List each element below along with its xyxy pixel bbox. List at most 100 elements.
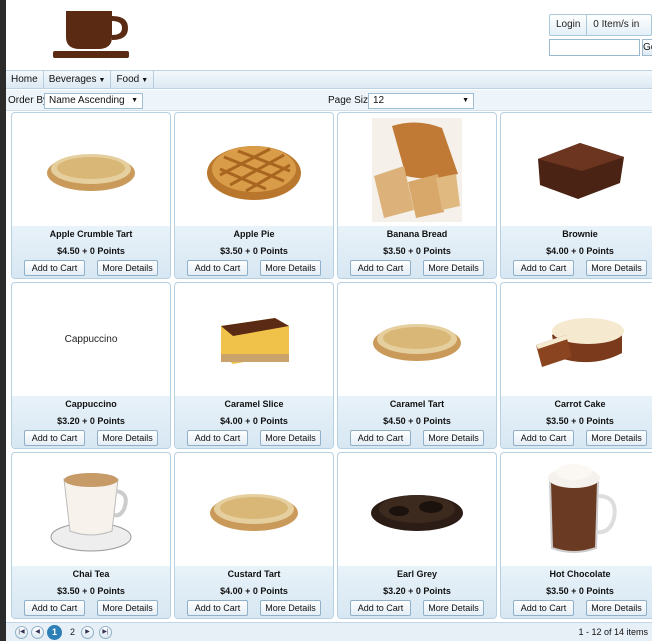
login-link[interactable]: Login [550, 15, 586, 35]
prev-page-icon[interactable]: ◀ [31, 626, 44, 639]
product-name[interactable]: Hot Chocolate [501, 569, 652, 579]
product-info: Earl Grey $3.20 + 0 Points Add to Cart More… [338, 566, 496, 618]
product-name[interactable]: Caramel Slice [175, 399, 333, 409]
last-page-icon[interactable]: ▶| [99, 626, 112, 639]
more-details-button[interactable]: More Details [260, 260, 321, 276]
product-name[interactable]: Caramel Tart [338, 399, 496, 409]
page-number-1[interactable]: 1 [47, 625, 62, 640]
add-to-cart-button[interactable]: Add to Cart [24, 600, 85, 616]
add-to-cart-button[interactable]: Add to Cart [513, 260, 574, 276]
slice-image[interactable] [175, 283, 333, 396]
product-card: Custard Tart $4.00 + 0 Points Add to Cart M… [174, 452, 334, 619]
product-grid: Apple Crumble Tart $4.50 + 0 Points Add to… [6, 112, 652, 622]
add-to-cart-button[interactable]: Add to Cart [513, 430, 574, 446]
product-price: $4.00 + 0 Points [546, 246, 614, 256]
product-card: Earl Grey $3.20 + 0 Points Add to Cart More… [337, 452, 497, 619]
menu-item-beverages[interactable]: Beverages ▼ [44, 71, 112, 88]
menu-item-food[interactable]: Food ▼ [111, 71, 155, 88]
product-price: $3.20 + 0 Points [57, 416, 125, 426]
product-name[interactable]: Carrot Cake [501, 399, 652, 409]
first-page-icon[interactable]: |◀ [15, 626, 28, 639]
page-size-value: 12 [373, 95, 385, 106]
product-info: Caramel Tart $4.50 + 0 Points Add to Cart M… [338, 396, 496, 448]
cake-image[interactable] [501, 283, 652, 396]
account-bar: Login 0 Item/s in Cart [549, 14, 652, 50]
product-price: $3.50 + 0 Points [383, 246, 451, 256]
product-info: Apple Crumble Tart $4.50 + 0 Points Add to… [12, 226, 170, 278]
pager-info: 1 - 12 of 14 items [578, 627, 648, 637]
product-name[interactable]: Brownie [501, 229, 652, 239]
add-to-cart-button[interactable]: Add to Cart [24, 430, 85, 446]
page-number-2[interactable]: 2 [65, 625, 80, 640]
product-name[interactable]: Apple Pie [175, 229, 333, 239]
page-size-select[interactable]: 12 ▼ [368, 93, 474, 109]
add-to-cart-button[interactable]: Add to Cart [187, 260, 248, 276]
product-info: Custard Tart $4.00 + 0 Points Add to Cart M… [175, 566, 333, 618]
product-info: Cappuccino $3.20 + 0 Points Add to Cart Mor… [12, 396, 170, 448]
more-details-button[interactable]: More Details [260, 600, 321, 616]
add-to-cart-button[interactable]: Add to Cart [350, 260, 411, 276]
product-card: Chai Tea $3.50 + 0 Points Add to Cart More … [11, 452, 171, 619]
more-details-button[interactable]: More Details [97, 600, 158, 616]
cart-link[interactable]: 0 Item/s in Cart [587, 15, 651, 50]
product-image-placeholder[interactable]: Cappuccino [12, 283, 170, 396]
tart-image[interactable] [338, 283, 496, 396]
menu-item-home[interactable]: Home [6, 71, 44, 88]
order-by-value: Name Ascending [49, 95, 125, 106]
add-to-cart-button[interactable]: Add to Cart [513, 600, 574, 616]
add-to-cart-button[interactable]: Add to Cart [350, 600, 411, 616]
menu-item-label: Beverages [48, 74, 97, 85]
product-name[interactable]: Custard Tart [175, 569, 333, 579]
product-price: $4.00 + 0 Points [220, 416, 288, 426]
search-button[interactable]: Go [642, 39, 652, 56]
product-price: $4.50 + 0 Points [57, 246, 125, 256]
order-by-select[interactable]: Name Ascending ▼ [44, 93, 143, 109]
tea-leaves-image[interactable] [338, 453, 496, 566]
coffee-cup-logo-icon[interactable] [52, 9, 130, 59]
product-price: $3.20 + 0 Points [383, 586, 451, 596]
product-price: $3.50 + 0 Points [220, 246, 288, 256]
more-details-button[interactable]: More Details [586, 260, 647, 276]
product-price: $4.50 + 0 Points [383, 416, 451, 426]
product-name[interactable]: Earl Grey [338, 569, 496, 579]
more-details-button[interactable]: More Details [423, 430, 484, 446]
product-price: $3.50 + 0 Points [546, 586, 614, 596]
more-details-button[interactable]: More Details [97, 430, 158, 446]
more-details-button[interactable]: More Details [423, 600, 484, 616]
add-to-cart-button[interactable]: Add to Cart [24, 260, 85, 276]
add-to-cart-button[interactable]: Add to Cart [187, 430, 248, 446]
product-card: Caramel Slice $4.00 + 0 Points Add to Cart… [174, 282, 334, 449]
product-image-alt-text: Cappuccino [64, 334, 118, 345]
product-info: Apple Pie $3.50 + 0 Points Add to Cart More… [175, 226, 333, 278]
pie-image[interactable] [175, 113, 333, 226]
product-name[interactable]: Chai Tea [12, 569, 170, 579]
product-card: Apple Crumble Tart $4.50 + 0 Points Add to… [11, 112, 171, 279]
product-price: $3.50 + 0 Points [546, 416, 614, 426]
add-to-cart-button[interactable]: Add to Cart [187, 600, 248, 616]
pager: |◀ ◀ ▶ ▶| 1 - 12 of 14 items 12 [6, 622, 652, 641]
more-details-button[interactable]: More Details [423, 260, 484, 276]
search-input[interactable] [549, 39, 640, 56]
more-details-button[interactable]: More Details [586, 430, 647, 446]
product-card: Caramel Tart $4.50 + 0 Points Add to Cart M… [337, 282, 497, 449]
cup-image[interactable] [12, 453, 170, 566]
brownie-image[interactable] [501, 113, 652, 226]
add-to-cart-button[interactable]: Add to Cart [350, 430, 411, 446]
chevron-down-icon: ▼ [131, 97, 138, 104]
more-details-button[interactable]: More Details [260, 430, 321, 446]
next-page-icon[interactable]: ▶ [81, 626, 94, 639]
product-name[interactable]: Apple Crumble Tart [12, 229, 170, 239]
product-info: Caramel Slice $4.00 + 0 Points Add to Cart… [175, 396, 333, 448]
bread-image[interactable] [338, 113, 496, 226]
order-by-label: Order By [8, 95, 49, 106]
product-name[interactable]: Cappuccino [12, 399, 170, 409]
mug-image[interactable] [501, 453, 652, 566]
more-details-button[interactable]: More Details [586, 600, 647, 616]
product-card: Hot Chocolate $3.50 + 0 Points Add to Cart… [500, 452, 652, 619]
product-name[interactable]: Banana Bread [338, 229, 496, 239]
search-bar: Go [549, 39, 652, 56]
more-details-button[interactable]: More Details [97, 260, 158, 276]
tart-image[interactable] [12, 113, 170, 226]
page-size-label: Page Size [328, 95, 374, 106]
tart-image[interactable] [175, 453, 333, 566]
